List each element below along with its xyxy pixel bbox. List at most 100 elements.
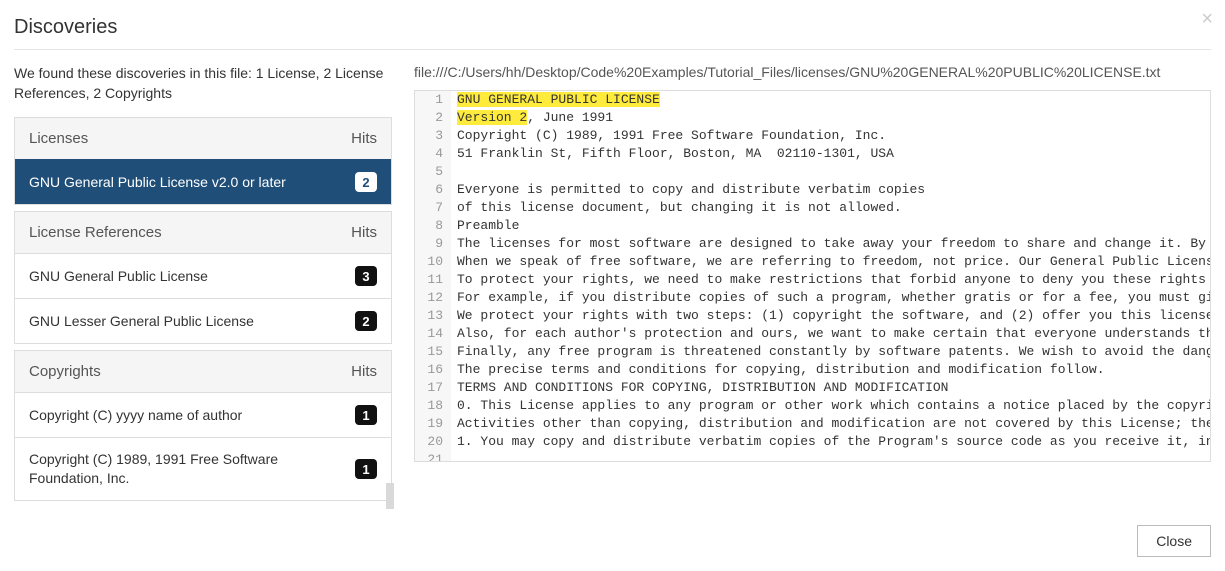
discoveries-sidebar: We found these discoveries in this file:… bbox=[14, 64, 392, 507]
line-number: 2 bbox=[415, 109, 451, 127]
code-text: TERMS AND CONDITIONS FOR COPYING, DISTRI… bbox=[451, 379, 1211, 397]
code-text: When we speak of free software, we are r… bbox=[451, 253, 1211, 271]
list-item-label: Copyright (C) yyyy name of author bbox=[29, 406, 355, 425]
code-text: Everyone is permitted to copy and distri… bbox=[451, 181, 1211, 199]
code-viewer[interactable]: 1 GNU GENERAL PUBLIC LICENSE 2Version 2, J… bbox=[414, 90, 1211, 462]
list-item-label: GNU General Public License bbox=[29, 267, 355, 286]
code-text: Version 2, June 1991 bbox=[451, 109, 1211, 127]
list-item[interactable]: GNU General Public License3 bbox=[15, 253, 391, 298]
line-number: 12 bbox=[415, 289, 451, 307]
code-text: Finally, any free program is threatened … bbox=[451, 343, 1211, 361]
code-line: 7of this license document, but changing … bbox=[415, 199, 1211, 217]
code-line: 12For example, if you distribute copies … bbox=[415, 289, 1211, 307]
line-number: 18 bbox=[415, 397, 451, 415]
code-line: 13We protect your rights with two steps:… bbox=[415, 307, 1211, 325]
file-preview: file:///C:/Users/hh/Desktop/Code%20Examp… bbox=[414, 64, 1211, 507]
code-line: 17TERMS AND CONDITIONS FOR COPYING, DIST… bbox=[415, 379, 1211, 397]
line-number: 3 bbox=[415, 127, 451, 145]
copyrights-header[interactable]: Copyrights Hits bbox=[15, 351, 391, 392]
code-text: Copyright (C) 1989, 1991 Free Software F… bbox=[451, 127, 1211, 145]
line-number: 5 bbox=[415, 163, 451, 181]
line-number: 14 bbox=[415, 325, 451, 343]
line-number: 7 bbox=[415, 199, 451, 217]
summary-text: We found these discoveries in this file:… bbox=[14, 64, 392, 103]
code-text: To protect your rights, we need to make … bbox=[451, 271, 1211, 289]
line-number: 1 bbox=[415, 91, 451, 109]
code-line: 19Activities other than copying, distrib… bbox=[415, 415, 1211, 433]
hits-badge: 1 bbox=[355, 405, 377, 425]
line-number: 10 bbox=[415, 253, 451, 271]
license-refs-header[interactable]: License References Hits bbox=[15, 212, 391, 253]
discoveries-modal: × Discoveries We found these discoveries… bbox=[0, 0, 1225, 571]
code-line: 5 bbox=[415, 163, 1211, 181]
code-line: 16The precise terms and conditions for c… bbox=[415, 361, 1211, 379]
code-text: Preamble bbox=[451, 217, 1211, 235]
line-number: 19 bbox=[415, 415, 451, 433]
code-text: Activities other than copying, distribut… bbox=[451, 415, 1211, 433]
code-line: 15Finally, any free program is threatene… bbox=[415, 343, 1211, 361]
line-number: 21 bbox=[415, 451, 451, 462]
code-text: 1. You may copy and distribute verbatim … bbox=[451, 433, 1211, 451]
list-item[interactable]: GNU Lesser General Public License2 bbox=[15, 298, 391, 343]
code-text: 0. This License applies to any program o… bbox=[451, 397, 1211, 415]
code-line: 14Also, for each author's protection and… bbox=[415, 325, 1211, 343]
code-text bbox=[451, 451, 1211, 462]
licenses-panel: Licenses Hits GNU General Public License… bbox=[14, 117, 392, 205]
code-text: GNU GENERAL PUBLIC LICENSE bbox=[451, 91, 1211, 109]
line-number: 11 bbox=[415, 271, 451, 289]
list-item[interactable]: GNU General Public License v2.0 or later… bbox=[15, 159, 391, 204]
code-text: The licenses for most software are desig… bbox=[451, 235, 1211, 253]
hits-label: Hits bbox=[351, 130, 377, 147]
list-item[interactable]: Copyright (C) 1989, 1991 Free Software F… bbox=[15, 437, 391, 500]
licenses-header[interactable]: Licenses Hits bbox=[15, 118, 391, 159]
code-text: 51 Franklin St, Fifth Floor, Boston, MA … bbox=[451, 145, 1211, 163]
scrollbar[interactable] bbox=[386, 483, 394, 509]
hits-badge: 2 bbox=[355, 172, 377, 192]
code-line: 2Version 2, June 1991 bbox=[415, 109, 1211, 127]
code-text: We protect your rights with two steps: (… bbox=[451, 307, 1211, 325]
hits-badge: 2 bbox=[355, 311, 377, 331]
list-item-label: Copyright (C) 1989, 1991 Free Software F… bbox=[29, 450, 355, 488]
modal-title: Discoveries bbox=[14, 16, 1211, 39]
code-text bbox=[451, 163, 1211, 181]
line-number: 15 bbox=[415, 343, 451, 361]
code-line: 180. This License applies to any program… bbox=[415, 397, 1211, 415]
code-line: 201. You may copy and distribute verbati… bbox=[415, 433, 1211, 451]
license-refs-panel: License References Hits GNU General Publ… bbox=[14, 211, 392, 344]
line-number: 17 bbox=[415, 379, 451, 397]
modal-footer: Close bbox=[14, 507, 1211, 557]
list-item-label: GNU General Public License v2.0 or later bbox=[29, 173, 355, 192]
hits-label: Hits bbox=[351, 363, 377, 380]
list-item-label: GNU Lesser General Public License bbox=[29, 312, 355, 331]
code-line: 21 bbox=[415, 451, 1211, 462]
section-title: Licenses bbox=[29, 130, 88, 147]
code-line: 3Copyright (C) 1989, 1991 Free Software … bbox=[415, 127, 1211, 145]
line-number: 8 bbox=[415, 217, 451, 235]
line-number: 13 bbox=[415, 307, 451, 325]
list-item[interactable]: Copyright (C) yyyy name of author1 bbox=[15, 392, 391, 437]
code-line: 8Preamble bbox=[415, 217, 1211, 235]
section-title: License References bbox=[29, 224, 162, 241]
highlight: GNU GENERAL PUBLIC LICENSE bbox=[457, 92, 660, 107]
line-number: 4 bbox=[415, 145, 451, 163]
code-line: 451 Franklin St, Fifth Floor, Boston, MA… bbox=[415, 145, 1211, 163]
line-number: 20 bbox=[415, 433, 451, 451]
code-line: 9The licenses for most software are desi… bbox=[415, 235, 1211, 253]
code-line: 10When we speak of free software, we are… bbox=[415, 253, 1211, 271]
code-line: 1 GNU GENERAL PUBLIC LICENSE bbox=[415, 91, 1211, 109]
hits-label: Hits bbox=[351, 224, 377, 241]
code-text: The precise terms and conditions for cop… bbox=[451, 361, 1211, 379]
code-text: of this license document, but changing i… bbox=[451, 199, 1211, 217]
file-path: file:///C:/Users/hh/Desktop/Code%20Examp… bbox=[414, 64, 1211, 80]
code-text: Also, for each author's protection and o… bbox=[451, 325, 1211, 343]
copyrights-panel: Copyrights Hits Copyright (C) yyyy name … bbox=[14, 350, 392, 501]
highlight: Version 2 bbox=[457, 110, 527, 125]
divider bbox=[14, 49, 1211, 50]
hits-badge: 3 bbox=[355, 266, 377, 286]
code-text: For example, if you distribute copies of… bbox=[451, 289, 1211, 307]
line-number: 16 bbox=[415, 361, 451, 379]
line-number: 9 bbox=[415, 235, 451, 253]
section-title: Copyrights bbox=[29, 363, 101, 380]
close-icon[interactable]: × bbox=[1201, 8, 1213, 31]
code-line: 11To protect your rights, we need to mak… bbox=[415, 271, 1211, 289]
